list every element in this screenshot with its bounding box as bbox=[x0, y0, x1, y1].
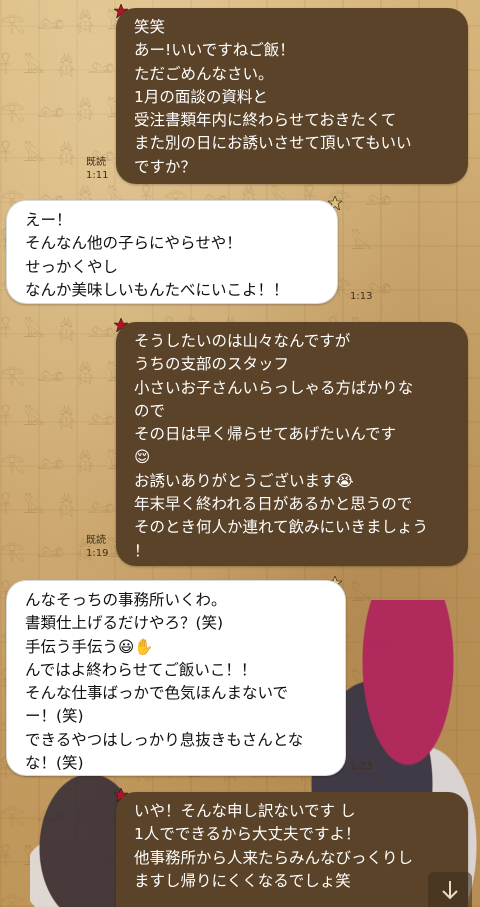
message-line: えー！ bbox=[25, 211, 72, 229]
message-line: あー!いいですねご飯！ bbox=[134, 41, 295, 60]
message-line: ただごめんなさい。 bbox=[134, 64, 274, 83]
message-line: んではよ終わらせてご飯いこ！！ bbox=[25, 660, 257, 679]
message-meta: 1:23 bbox=[350, 760, 372, 773]
message-line: せっかくやし bbox=[25, 257, 119, 276]
message-line: ので bbox=[134, 401, 166, 420]
message-bubble-outgoing[interactable]: いや！そんな申し訳ないです し 1人でできるから大丈夫ですよ！ 他事務所から人来… bbox=[116, 792, 468, 907]
message-meta: 既読 1:11 bbox=[86, 156, 108, 182]
message-line: 受注書類年内に終わらせておきたくて bbox=[134, 111, 397, 130]
timestamp: 1:11 bbox=[86, 170, 109, 181]
read-receipt: 既読 bbox=[86, 535, 106, 546]
message-line: いや！そんな申し訳ないです し bbox=[134, 802, 356, 820]
message-line: ！ bbox=[134, 541, 150, 560]
message-line: 手伝う手伝う😃✋ bbox=[25, 637, 154, 656]
message-bubble-outgoing[interactable]: 笑笑 あー!いいですねご飯！ ただごめんなさい。 1月の面談の資料と 受注書類年… bbox=[116, 8, 468, 184]
message-line: 年末早く終われる日があるかと思うので bbox=[134, 495, 413, 514]
message-line: そのとき何人か連れて飲みにいきましょう bbox=[134, 518, 429, 537]
timestamp: 1:23 bbox=[350, 761, 373, 772]
message-line: そうしたいのは山々なんですが bbox=[134, 332, 351, 350]
message-bubble-incoming[interactable]: えー！ そんなん他の子らにやらせや！ せっかくやし なんか美味しいもんたべにいこ… bbox=[6, 200, 338, 304]
message-line: な！(笑) bbox=[25, 754, 84, 773]
message-line: 笑笑 bbox=[134, 18, 166, 36]
message-line: 1月の面談の資料と bbox=[134, 87, 268, 106]
timestamp: 1:13 bbox=[350, 291, 373, 302]
scroll-to-bottom-button[interactable] bbox=[428, 872, 472, 907]
message-line: ー！(笑) bbox=[25, 707, 84, 726]
message-line: そんなん他の子らにやらせや！ bbox=[25, 234, 242, 253]
read-receipt: 既読 bbox=[86, 157, 106, 168]
message-line: また別の日にお誘いさせて頂いてもいい bbox=[134, 134, 412, 153]
message-meta: 既読 1:19 bbox=[86, 534, 108, 560]
message-line: そんな仕事ばっかで色気ほんまないで bbox=[25, 684, 289, 703]
message-line: なんか美味しいもんたべにいこよ！！ bbox=[25, 280, 289, 299]
message-line: うちの支部のスタッフ bbox=[134, 355, 290, 374]
arrow-down-icon bbox=[442, 880, 458, 899]
message-line: 😌 bbox=[134, 448, 151, 467]
message-line: 書類仕上げるだけやろ？(笑) bbox=[25, 614, 224, 633]
message-line: 他事務所から人来たらみんなびっくりし bbox=[134, 848, 414, 867]
message-line: んなそっちの事務所いくわ。 bbox=[25, 591, 227, 609]
message-line: その日は早く帰らせてあげたいんです bbox=[134, 425, 396, 444]
message-line: 小さいお子さんいらっしゃる方ばかりな bbox=[134, 378, 414, 397]
message-line: ますし帰りにくくなるでしょ笑 bbox=[134, 871, 351, 890]
message-meta: 1:13 bbox=[350, 290, 372, 303]
message-bubble-outgoing[interactable]: そうしたいのは山々なんですが うちの支部のスタッフ 小さいお子さんいらっしゃる方… bbox=[116, 322, 468, 566]
message-bubble-incoming[interactable]: んなそっちの事務所いくわ。 書類仕上げるだけやろ？(笑) 手伝う手伝う😃✋ んで… bbox=[6, 580, 346, 776]
message-line: お誘いありがとうございます😭 bbox=[134, 471, 354, 490]
timestamp: 1:19 bbox=[86, 548, 109, 559]
message-line: ですか？ bbox=[134, 157, 197, 176]
message-line: 1人でできるから大丈夫ですよ！ bbox=[134, 825, 361, 844]
message-line: できるやつはしっかり息抜きもさんとな bbox=[25, 730, 304, 749]
